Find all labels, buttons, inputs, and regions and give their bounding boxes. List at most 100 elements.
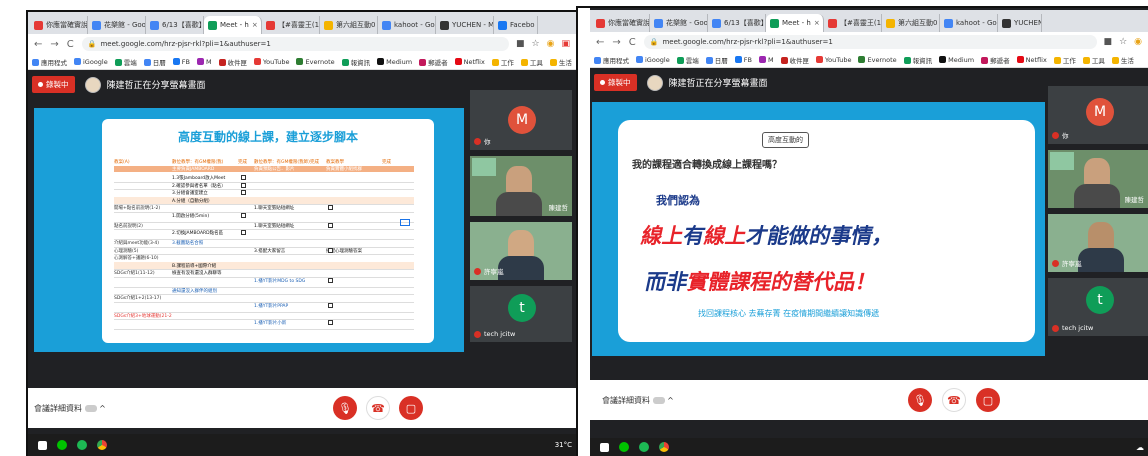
extension-icon[interactable]: ◉ — [1134, 37, 1142, 47]
bookmark-item[interactable]: iGoogle — [636, 55, 670, 64]
forward-icon[interactable]: → — [50, 39, 58, 50]
bookmark-item[interactable]: 報資訊 — [341, 57, 370, 67]
camera-toggle-button[interactable]: ▢ — [399, 396, 423, 420]
url-field[interactable]: 🔒 meet.google.com/hrz-pjsr-rkl?pli=1&auth… — [643, 35, 1097, 49]
tab-close-icon[interactable]: × — [252, 21, 258, 29]
participant-tile-you[interactable]: M 你 — [470, 90, 572, 150]
bookmark-item[interactable]: 應用程式 — [594, 55, 629, 65]
star-icon[interactable]: ☆ — [532, 39, 540, 49]
table-checkbox[interactable] — [241, 212, 246, 218]
bookmark-item[interactable]: 雲端 — [114, 57, 137, 67]
participant-tile-you[interactable]: M 你 — [1048, 86, 1148, 144]
browser-tab[interactable]: YUCHEN - M× — [436, 16, 494, 34]
participant-tile-chen[interactable]: 陳建哲 — [1048, 150, 1148, 208]
spotify-icon[interactable] — [639, 442, 649, 452]
table-checkbox[interactable] — [241, 182, 246, 188]
browser-tab[interactable]: 你應當確實說× — [592, 14, 650, 32]
participant-tile-hsu[interactable]: 許寧嵐 — [470, 222, 572, 280]
bookmark-item[interactable]: 日曆 — [143, 57, 166, 67]
table-checkbox[interactable] — [328, 277, 333, 283]
bookmark-item[interactable]: 應用程式 — [32, 57, 67, 67]
reload-icon[interactable]: C — [67, 39, 74, 50]
reload-icon[interactable]: C — [629, 37, 636, 48]
browser-tab[interactable]: 你應當確實說× — [30, 16, 88, 34]
windows-start-icon[interactable] — [600, 442, 609, 452]
browser-tab[interactable]: Facebo× — [494, 16, 538, 34]
bookmark-item[interactable]: 郵遞者 — [981, 55, 1010, 65]
onedrive-icon[interactable]: ☁ — [1136, 443, 1144, 452]
bookmark-item[interactable]: Netflix — [454, 57, 485, 66]
hang-up-button[interactable]: ☎ — [942, 388, 966, 412]
bookmark-item[interactable]: 工作 — [1053, 55, 1076, 65]
bookmark-item[interactable]: iGoogle — [74, 57, 108, 66]
hang-up-button[interactable]: ☎ — [366, 396, 390, 420]
spotify-icon[interactable] — [77, 440, 87, 450]
extension-icon-2[interactable]: ▣ — [561, 39, 570, 49]
table-checkbox[interactable] — [241, 230, 246, 235]
forward-icon[interactable]: → — [612, 37, 620, 48]
bookmark-item[interactable]: 雲端 — [676, 55, 699, 65]
table-checkbox[interactable] — [241, 190, 246, 195]
browser-tab[interactable]: Meet - h × — [204, 16, 262, 34]
bookmark-item[interactable]: 生活 — [549, 57, 572, 67]
bookmark-item[interactable]: Evernote — [858, 55, 897, 64]
browser-tab[interactable]: YUCHEN - M× — [998, 14, 1042, 32]
mic-toggle-button[interactable]: 🎙 — [908, 388, 932, 412]
table-checkbox[interactable] — [328, 320, 333, 325]
tab-close-icon[interactable]: × — [814, 19, 820, 27]
bookmark-item[interactable]: 工具 — [1082, 55, 1105, 65]
line-app-icon[interactable] — [57, 440, 67, 450]
browser-tab[interactable]: 【#喜靈王(1)× — [262, 16, 320, 34]
browser-tab[interactable]: 第六組互動0× — [882, 14, 940, 32]
browser-tab[interactable]: 第六組互動0× — [320, 16, 378, 34]
table-checkbox[interactable] — [241, 175, 246, 180]
participant-tile-hsu[interactable]: 許寧嵐 — [1048, 214, 1148, 272]
bookmark-item[interactable]: Medium — [939, 55, 974, 64]
table-checkbox[interactable] — [328, 222, 333, 228]
bookmark-item[interactable]: Netflix — [1016, 55, 1047, 64]
participant-tile-tech[interactable]: t tech jcitw — [1048, 278, 1148, 336]
extension-icon[interactable]: ◉ — [547, 39, 555, 49]
browser-tab[interactable]: Meet - h × — [766, 14, 824, 32]
bookmark-item[interactable]: 生活 — [1111, 55, 1134, 65]
browser-tab[interactable]: kahoot - Goo× — [940, 14, 998, 32]
star-icon[interactable]: ☆ — [1119, 37, 1127, 47]
bookmark-item[interactable]: 收件匣 — [780, 55, 809, 65]
participant-tile-tech[interactable]: t tech jcitw — [470, 286, 572, 342]
cell-selection[interactable] — [400, 219, 410, 226]
camera-icon[interactable]: ■ — [1104, 37, 1113, 47]
url-field[interactable]: 🔒 meet.google.com/hrz-pjsr-rkl?pli=1&auth… — [81, 37, 510, 51]
table-checkbox[interactable] — [328, 302, 333, 308]
browser-tab[interactable]: 6/13【喜歡】× — [708, 14, 766, 32]
bookmark-item[interactable]: M — [196, 57, 212, 66]
windows-start-icon[interactable] — [38, 440, 47, 450]
participant-tile-chen[interactable]: 陳建哲 — [470, 156, 572, 216]
meeting-details-button[interactable]: 會議詳細資料 ^ — [34, 403, 106, 414]
bookmark-item[interactable]: 日曆 — [705, 55, 728, 65]
browser-tab[interactable]: kahoot - Goo× — [378, 16, 436, 34]
chrome-icon[interactable] — [659, 442, 669, 452]
back-icon[interactable]: ← — [596, 37, 604, 48]
bookmark-item[interactable]: 郵遞者 — [419, 57, 448, 67]
mic-toggle-button[interactable]: 🎙 — [333, 396, 357, 420]
bookmark-item[interactable]: 工具 — [520, 57, 543, 67]
browser-tab[interactable]: 6/13【喜歡】× — [146, 16, 204, 34]
camera-icon[interactable]: ■ — [516, 39, 525, 49]
browser-tab[interactable]: 【#喜靈王(1)× — [824, 14, 882, 32]
bookmark-item[interactable]: FB — [734, 55, 752, 64]
table-checkbox[interactable] — [328, 205, 333, 210]
bookmark-item[interactable]: FB — [172, 57, 190, 66]
bookmark-item[interactable]: YouTube — [816, 55, 851, 64]
back-icon[interactable]: ← — [34, 39, 42, 50]
camera-toggle-button[interactable]: ▢ — [976, 388, 1000, 412]
table-checkbox[interactable] — [328, 247, 333, 253]
chrome-icon[interactable] — [97, 440, 107, 450]
browser-tab[interactable]: 花樂館 - Goo× — [650, 14, 708, 32]
meeting-details-button[interactable]: 會議詳細資料 ^ — [602, 395, 674, 406]
bookmark-item[interactable]: 收件匣 — [218, 57, 247, 67]
bookmark-item[interactable]: 工作 — [491, 57, 514, 67]
bookmark-item[interactable]: M — [758, 55, 774, 64]
line-app-icon[interactable] — [619, 442, 629, 452]
bookmark-item[interactable]: Medium — [377, 57, 412, 66]
bookmark-item[interactable]: Evernote — [296, 57, 335, 66]
